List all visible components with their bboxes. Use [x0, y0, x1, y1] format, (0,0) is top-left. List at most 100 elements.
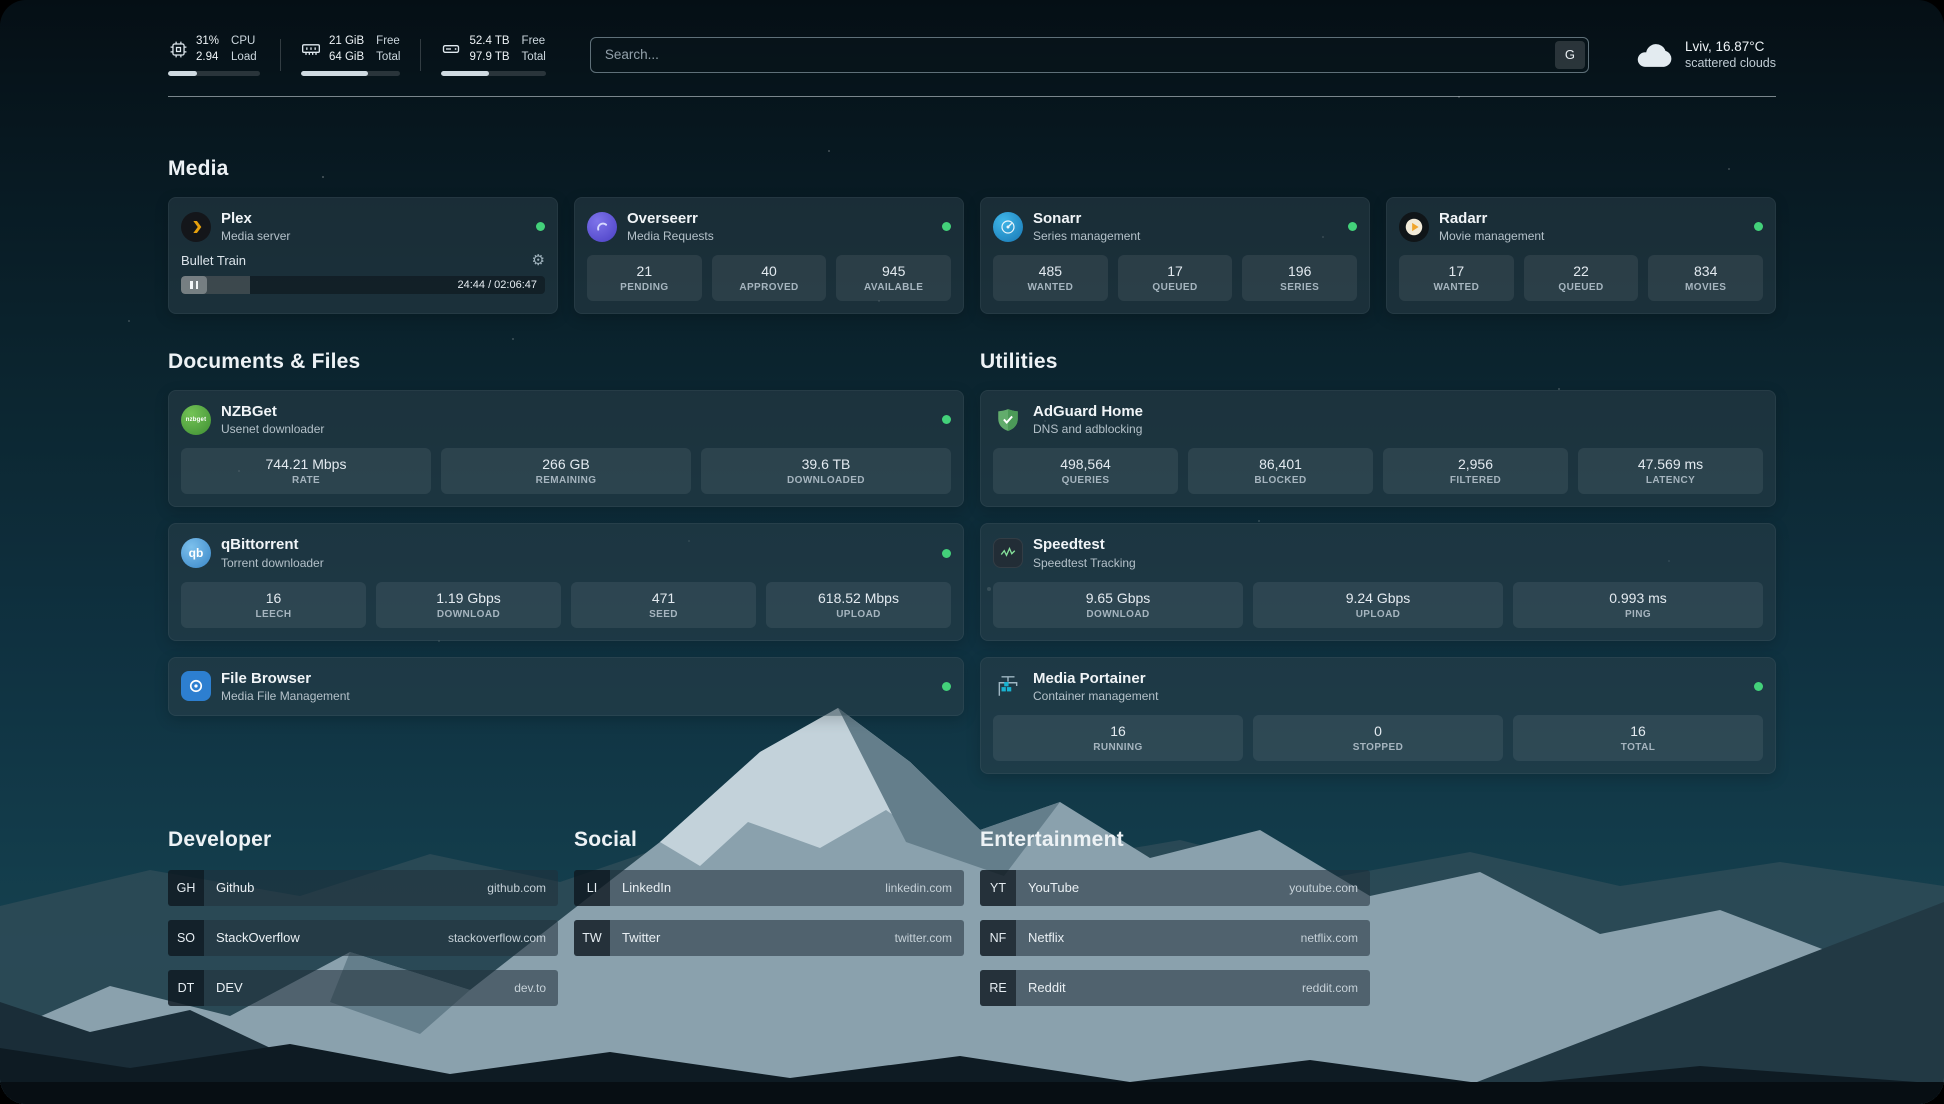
bookmark-twitter[interactable]: TW Twitter twitter.com	[574, 920, 964, 956]
stat-label: LATENCY	[1582, 475, 1759, 486]
service-link-qbittorrent[interactable]: qb qBittorrent Torrent downloader	[181, 536, 951, 569]
stat-block: 618.52 Mbps UPLOAD	[766, 582, 951, 628]
bookmark-stackoverflow[interactable]: SO StackOverflow stackoverflow.com	[168, 920, 558, 956]
bookmarks: Developer GH Github github.com SO StackO…	[168, 828, 1776, 1060]
pause-button[interactable]	[181, 276, 207, 294]
bookmark-name: YouTube	[1028, 880, 1079, 895]
stat-value: 16	[1517, 723, 1759, 739]
now-playing-title: Bullet Train	[181, 253, 246, 268]
stat-block: 22 QUEUED	[1524, 255, 1639, 301]
service-link-radarr[interactable]: Radarr Movie management	[1399, 210, 1763, 243]
service-stats: 485 WANTED 17 QUEUED 196 SERIES	[993, 255, 1357, 301]
service-desc: Media server	[221, 229, 290, 243]
status-dot-online	[942, 549, 951, 558]
stat-value: 17	[1122, 263, 1229, 279]
stat-value: 16	[185, 590, 362, 606]
service-desc: Media Requests	[627, 229, 714, 243]
service-link-sonarr[interactable]: Sonarr Series management	[993, 210, 1357, 243]
memory-free-label: Free	[376, 34, 400, 49]
stat-block: 0 STOPPED	[1253, 715, 1503, 761]
stat-value: 22	[1528, 263, 1635, 279]
playback-progress-bar[interactable]: 24:44 / 02:06:47	[181, 276, 545, 294]
stat-block: 9.24 Gbps UPLOAD	[1253, 582, 1503, 628]
disk-icon	[441, 39, 461, 59]
stat-label: RUNNING	[997, 742, 1239, 753]
stat-value: 744.21 Mbps	[185, 456, 427, 472]
bookmark-group-entertainment: Entertainment YT YouTube youtube.com NF …	[980, 828, 1370, 1020]
service-stats: 9.65 Gbps DOWNLOAD 9.24 Gbps UPLOAD 0.99…	[993, 582, 1763, 628]
stat-value: 266 GB	[445, 456, 687, 472]
bookmark-linkedin[interactable]: LI LinkedIn linkedin.com	[574, 870, 964, 906]
service-link-plex[interactable]: Plex Media server	[181, 210, 545, 243]
search-provider-button[interactable]: G	[1555, 41, 1585, 69]
disk-total-label: Total	[522, 50, 546, 65]
service-link-adguard[interactable]: AdGuard Home DNS and adblocking	[993, 403, 1763, 436]
bookmark-abbr: GH	[168, 870, 204, 906]
weather-condition: scattered clouds	[1685, 56, 1776, 70]
bookmark-url: netflix.com	[1301, 931, 1358, 945]
bookmark-youtube[interactable]: YT YouTube youtube.com	[980, 870, 1370, 906]
service-link-portainer[interactable]: Media Portainer Container management	[993, 670, 1763, 703]
nzbget-icon: nzbget	[181, 405, 211, 435]
stat-label: MOVIES	[1652, 282, 1759, 293]
section-title-media: Media	[168, 157, 1776, 181]
search: G	[590, 37, 1589, 73]
stat-block: 21 PENDING	[587, 255, 702, 301]
service-card-overseerr: Overseerr Media Requests 21 PENDING 40 A…	[574, 197, 964, 314]
service-desc: DNS and adblocking	[1033, 422, 1143, 436]
service-desc: Movie management	[1439, 229, 1544, 243]
service-link-speedtest[interactable]: Speedtest Speedtest Tracking	[993, 536, 1763, 569]
stat-value: 21	[591, 263, 698, 279]
memory-total-label: Total	[376, 50, 400, 65]
plex-now-playing: Bullet Train ⚙ 24:44 / 02:06:47	[181, 253, 545, 294]
cpu-usage-value: 31%	[196, 34, 219, 49]
memory-icon	[301, 39, 321, 59]
service-card-adguard: AdGuard Home DNS and adblocking 498,564 …	[980, 390, 1776, 507]
service-link-nzbget[interactable]: nzbget NZBGet Usenet downloader	[181, 403, 951, 436]
stat-value: 40	[716, 263, 823, 279]
service-stats: 744.21 Mbps RATE 266 GB REMAINING 39.6 T…	[181, 448, 951, 494]
stat-label: PING	[1517, 609, 1759, 620]
adguard-icon	[993, 405, 1023, 435]
stat-value: 9.65 Gbps	[997, 590, 1239, 606]
stat-block: 39.6 TB DOWNLOADED	[701, 448, 951, 494]
service-name: Sonarr	[1033, 210, 1140, 227]
section-title-documents: Documents & Files	[168, 350, 964, 374]
radarr-icon	[1399, 212, 1429, 242]
bookmark-abbr: TW	[574, 920, 610, 956]
memory-widget: 21 GiB 64 GiB Free Total	[301, 34, 400, 76]
stat-label: SEED	[575, 609, 752, 620]
stat-value: 17	[1403, 263, 1510, 279]
stat-value: 945	[840, 263, 947, 279]
service-link-overseerr[interactable]: Overseerr Media Requests	[587, 210, 951, 243]
stat-block: 0.993 ms PING	[1513, 582, 1763, 628]
stat-block: 196 SERIES	[1242, 255, 1357, 301]
search-input[interactable]	[590, 37, 1589, 73]
service-link-filebrowser[interactable]: File Browser Media File Management	[181, 670, 951, 703]
stat-value: 39.6 TB	[705, 456, 947, 472]
bookmark-dev[interactable]: DT DEV dev.to	[168, 970, 558, 1006]
stat-value: 16	[997, 723, 1239, 739]
memory-free-value: 21 GiB	[329, 34, 364, 49]
section-title-entertainment: Entertainment	[980, 828, 1370, 852]
stat-label: RATE	[185, 475, 427, 486]
bookmark-abbr: LI	[574, 870, 610, 906]
memory-total-value: 64 GiB	[329, 50, 364, 65]
bookmark-netflix[interactable]: NF Netflix netflix.com	[980, 920, 1370, 956]
stat-value: 9.24 Gbps	[1257, 590, 1499, 606]
stat-label: SERIES	[1246, 282, 1353, 293]
settings-icon[interactable]: ⚙	[532, 253, 545, 268]
section-title-utilities: Utilities	[980, 350, 1776, 374]
stat-value: 1.19 Gbps	[380, 590, 557, 606]
bookmark-reddit[interactable]: RE Reddit reddit.com	[980, 970, 1370, 1006]
service-card-nzbget: nzbget NZBGet Usenet downloader 744.21 M…	[168, 390, 964, 507]
bookmark-abbr: SO	[168, 920, 204, 956]
documents-group: Documents & Files nzbget NZBGet Usenet d…	[168, 350, 964, 716]
stat-block: 744.21 Mbps RATE	[181, 448, 431, 494]
topbar: 31% 2.94 CPU Load	[168, 34, 1776, 76]
bookmark-github[interactable]: GH Github github.com	[168, 870, 558, 906]
cpu-icon	[168, 39, 188, 59]
bookmark-abbr: YT	[980, 870, 1016, 906]
service-stats: 21 PENDING 40 APPROVED 945 AVAILABLE	[587, 255, 951, 301]
stat-block: 9.65 Gbps DOWNLOAD	[993, 582, 1243, 628]
